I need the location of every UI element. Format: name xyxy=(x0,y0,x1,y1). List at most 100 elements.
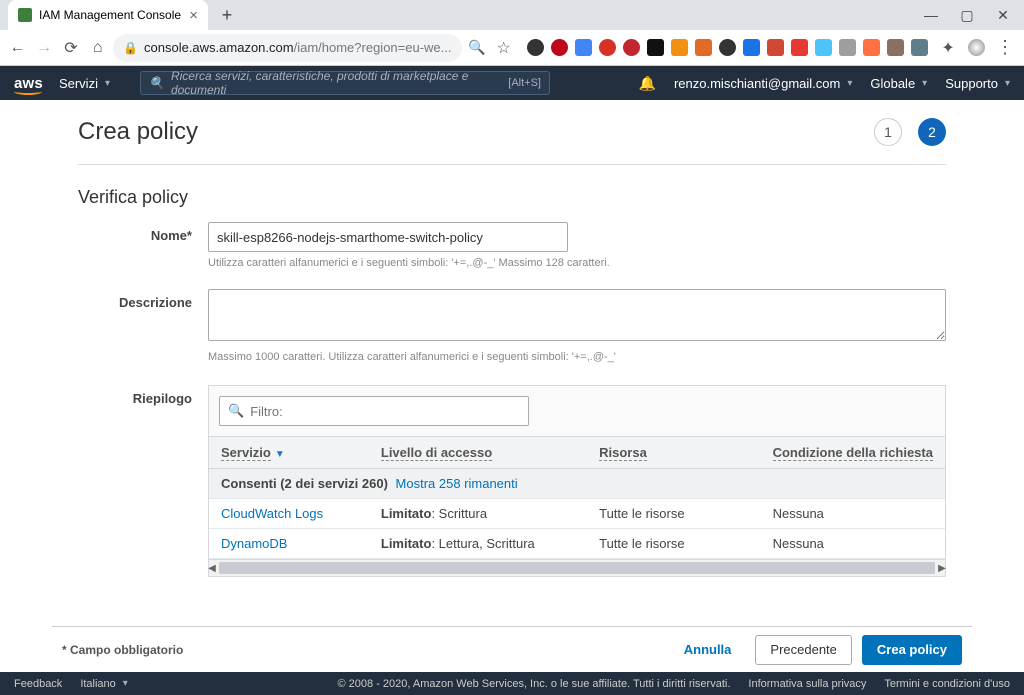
form-row-name: Nome* Utilizza caratteri alfanumerici e … xyxy=(78,222,946,269)
maximize-icon[interactable]: ▢ xyxy=(960,7,974,24)
col-service[interactable]: Servizio▼ xyxy=(209,437,369,469)
section-title: Verifica policy xyxy=(78,187,946,208)
col-access[interactable]: Livello di accesso xyxy=(369,437,587,469)
reload-button[interactable]: ⟳ xyxy=(60,35,83,61)
ext-icon[interactable] xyxy=(863,39,880,56)
ext-icon[interactable] xyxy=(623,39,640,56)
window-titlebar: IAM Management Console × + ― ▢ ✕ xyxy=(0,0,1024,30)
aws-search[interactable]: 🔍 Ricerca servizi, caratteristiche, prod… xyxy=(140,71,550,95)
page-body: Crea policy 1 2 Verifica policy Nome* Ut… xyxy=(0,100,1024,672)
url-host: console.aws.amazon.com xyxy=(144,40,294,55)
access-level: Limitato xyxy=(381,536,432,551)
col-resource[interactable]: Risorsa xyxy=(587,437,760,469)
show-remaining-link[interactable]: Mostra 258 rimanenti xyxy=(396,476,518,491)
ext-icon[interactable] xyxy=(815,39,832,56)
ext-icon[interactable] xyxy=(551,39,568,56)
tab-favicon xyxy=(18,8,32,22)
close-window-icon[interactable]: ✕ xyxy=(996,7,1010,24)
required-note: * Campo obbligatorio xyxy=(62,643,183,657)
ext-icon[interactable] xyxy=(599,39,616,56)
form-row-summary: Riepilogo 🔍 Servizio▼ xyxy=(78,385,946,577)
lock-icon: 🔒 xyxy=(123,41,138,55)
create-policy-button[interactable]: Crea policy xyxy=(862,635,962,665)
account-menu[interactable]: renzo.mischianti@gmail.com xyxy=(674,76,852,91)
zoom-icon[interactable]: 🔍 xyxy=(466,35,489,61)
desc-label: Descrizione xyxy=(78,289,208,310)
service-link[interactable]: CloudWatch Logs xyxy=(221,506,323,521)
privacy-link[interactable]: Informativa sulla privacy xyxy=(748,678,866,690)
wizard-step-1[interactable]: 1 xyxy=(874,118,902,146)
wizard-step-2[interactable]: 2 xyxy=(918,118,946,146)
address-bar[interactable]: 🔒 console.aws.amazon.com/iam/home?region… xyxy=(113,34,461,62)
extensions-icon[interactable]: ✦ xyxy=(935,35,961,61)
ext-icon[interactable] xyxy=(527,39,544,56)
profile-avatar-icon[interactable] xyxy=(968,39,985,56)
url-path: /iam/home?region=eu-we... xyxy=(294,40,452,55)
search-icon: 🔍 xyxy=(228,403,244,419)
feedback-link[interactable]: Feedback xyxy=(14,678,62,690)
previous-button[interactable]: Precedente xyxy=(755,635,852,665)
home-button[interactable]: ⌂ xyxy=(86,35,109,61)
summary-filter-input[interactable] xyxy=(250,404,520,419)
notifications-icon[interactable]: 🔔 xyxy=(639,75,656,92)
aws-footer: Feedback Italiano © 2008 - 2020, Amazon … xyxy=(0,672,1024,695)
forward-button[interactable]: → xyxy=(33,35,56,61)
ext-icon[interactable] xyxy=(695,39,712,56)
ext-icon[interactable] xyxy=(575,39,592,56)
page-title: Crea policy xyxy=(78,118,198,146)
policy-desc-input[interactable] xyxy=(208,289,946,341)
ext-icon[interactable] xyxy=(839,39,856,56)
name-helper: Utilizza caratteri alfanumerici e i segu… xyxy=(208,257,946,269)
access-level: Limitato xyxy=(381,506,432,521)
ext-icon[interactable] xyxy=(647,39,664,56)
group-label: Consenti (2 dei servizi 260) xyxy=(221,476,388,491)
sort-icon: ▼ xyxy=(275,449,285,460)
name-label: Nome* xyxy=(78,222,208,243)
page-title-row: Crea policy 1 2 xyxy=(78,118,946,146)
col-condition[interactable]: Condizione della richiesta xyxy=(761,437,945,469)
back-button[interactable]: ← xyxy=(6,35,29,61)
aws-logo[interactable]: aws xyxy=(14,75,43,92)
ext-icon[interactable] xyxy=(719,39,736,56)
ext-icon[interactable] xyxy=(767,39,784,56)
new-tab-button[interactable]: + xyxy=(216,4,238,26)
allow-group-row: Consenti (2 dei servizi 260) Mostra 258 … xyxy=(209,469,945,499)
bookmark-star-icon[interactable]: ☆ xyxy=(492,35,515,61)
form-row-desc: Descrizione Massimo 1000 caratteri. Util… xyxy=(78,289,946,363)
service-link[interactable]: DynamoDB xyxy=(221,536,287,551)
resource-cell: Tutte le risorse xyxy=(587,499,760,529)
support-menu[interactable]: Supporto xyxy=(945,76,1010,91)
table-row: CloudWatch Logs Limitato: Scrittura Tutt… xyxy=(209,499,945,529)
chrome-menu-icon[interactable]: ⋮ xyxy=(992,35,1018,61)
access-detail: : Lettura, Scrittura xyxy=(431,536,534,551)
policy-name-input[interactable] xyxy=(208,222,568,252)
ext-icon[interactable] xyxy=(887,39,904,56)
summary-label: Riepilogo xyxy=(78,385,208,406)
terms-link[interactable]: Termini e condizioni d'uso xyxy=(884,678,1010,690)
summary-table: Servizio▼ Livello di accesso Risorsa Con… xyxy=(209,436,945,559)
resource-cell: Tutte le risorse xyxy=(587,529,760,559)
scroll-right-icon[interactable]: ▶ xyxy=(934,560,950,577)
services-menu[interactable]: Servizi xyxy=(59,76,110,91)
browser-tab[interactable]: IAM Management Console × xyxy=(8,0,208,30)
scroll-thumb[interactable] xyxy=(219,562,935,574)
region-menu[interactable]: Globale xyxy=(870,76,927,91)
ext-icon[interactable] xyxy=(671,39,688,56)
scroll-left-icon[interactable]: ◀ xyxy=(204,560,220,577)
horiz-scrollbar[interactable]: ◀ ▶ xyxy=(209,559,945,576)
ext-icon[interactable] xyxy=(911,39,928,56)
condition-cell: Nessuna xyxy=(761,529,945,559)
ext-icon[interactable] xyxy=(791,39,808,56)
cancel-button[interactable]: Annulla xyxy=(670,635,746,665)
ext-icon[interactable] xyxy=(743,39,760,56)
filter-input-wrapper[interactable]: 🔍 xyxy=(219,396,529,426)
browser-chrome: IAM Management Console × + ― ▢ ✕ ← → ⟳ ⌂… xyxy=(0,0,1024,66)
summary-box: 🔍 Servizio▼ Livello di accesso Risorsa C… xyxy=(208,385,946,577)
tab-close-icon[interactable]: × xyxy=(189,7,198,24)
minimize-icon[interactable]: ― xyxy=(924,7,938,24)
aws-header: aws Servizi 🔍 Ricerca servizi, caratteri… xyxy=(0,66,1024,100)
address-bar-row: ← → ⟳ ⌂ 🔒 console.aws.amazon.com/iam/hom… xyxy=(0,30,1024,66)
language-menu[interactable]: Italiano xyxy=(80,678,128,690)
search-shortcut: [Alt+S] xyxy=(508,77,541,89)
window-controls: ― ▢ ✕ xyxy=(924,7,1024,24)
